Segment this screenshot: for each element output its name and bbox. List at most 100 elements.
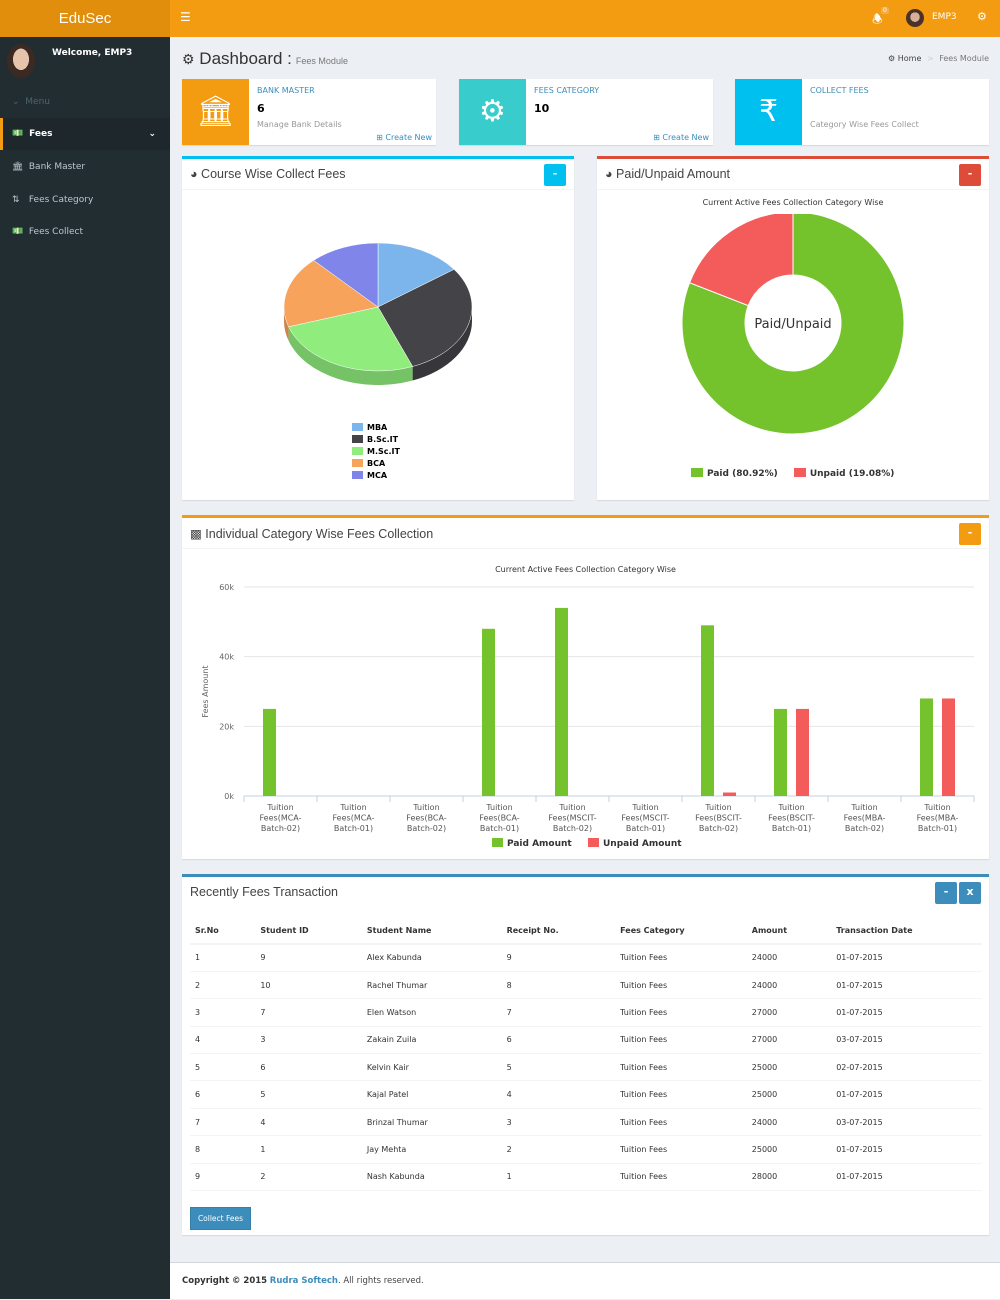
collapse-button[interactable]: - xyxy=(959,164,981,186)
infobox-collect-fees[interactable]: ₹ COLLECT FEES Category Wise Fees Collec… xyxy=(735,79,989,145)
infobox-number: 10 xyxy=(534,102,550,115)
table-cell: Tuition Fees xyxy=(615,971,747,1000)
table-row: 2 10 Rachel Thumar 8 Tuition Fees 24000 01-07-… xyxy=(190,971,982,1000)
legend-item[interactable]: Paid (80.92%) xyxy=(691,468,778,479)
chart-title: Current Active Fees Collection Category … xyxy=(702,198,884,207)
infobox-desc: Category Wise Fees Collect xyxy=(810,120,919,129)
table-cell: Tuition Fees xyxy=(615,1135,747,1164)
hamburger-icon[interactable]: ☰ xyxy=(180,10,191,24)
infobox-title: COLLECT FEES xyxy=(810,86,869,95)
table-cell: 27000 xyxy=(746,998,832,1027)
collapse-button[interactable]: - xyxy=(544,164,566,186)
table-cell: Alex Kabunda xyxy=(361,944,502,972)
user-avatar[interactable] xyxy=(906,9,924,27)
category-bar-chart: 0k20k40k60kFees AmountTuitionFees(MCA-Ba… xyxy=(201,583,975,849)
legend-item[interactable]: Paid Amount xyxy=(492,838,572,849)
bar-unpaid-amount xyxy=(723,792,736,796)
legend-item[interactable]: BCA xyxy=(352,458,400,470)
table-cell: 9 xyxy=(255,944,362,972)
x-tick-label: Tuition xyxy=(631,803,658,812)
app-logo[interactable]: EduSec xyxy=(0,0,170,37)
divider xyxy=(597,189,989,190)
table-cell: 2 xyxy=(501,1135,616,1164)
breadcrumb-separator: > xyxy=(926,54,934,63)
bar-paid-amount xyxy=(920,698,933,796)
individual-category-box: ▩ Individual Category Wise Fees Collecti… xyxy=(182,515,989,859)
legend-label: Unpaid (19.08%) xyxy=(809,469,895,479)
bank-icon: 🏛 xyxy=(182,79,249,145)
create-new-link[interactable]: ⊞ Create New xyxy=(376,133,432,142)
pie-chart-icon: ◕ xyxy=(190,167,198,181)
sidebar-item-bank-master[interactable]: 🏛 Bank Master xyxy=(0,151,170,183)
sidebar-item-fees-collect[interactable]: 💵 Fees Collect xyxy=(0,216,170,248)
legend-item[interactable]: MCA xyxy=(352,470,400,482)
paid-unpaid-box: ◕ Paid/Unpaid Amount - Current Active Fe… xyxy=(597,156,989,500)
legend-label: BCA xyxy=(367,459,386,468)
column-header[interactable]: Fees Category xyxy=(615,917,747,945)
y-tick-label: 40k xyxy=(219,653,234,662)
table-cell: 25000 xyxy=(746,1135,832,1164)
x-tick-label: Batch-02) xyxy=(261,824,300,833)
x-tick-label: Fees(BSCIT- xyxy=(695,814,742,823)
x-tick-label: Fees(MCA- xyxy=(333,814,375,823)
collect-fees-button[interactable]: Collect Fees xyxy=(190,1207,251,1230)
x-tick-label: Fees(MCA- xyxy=(260,814,302,823)
sidebar-item-label: Fees Collect xyxy=(28,227,83,237)
legend-label: MCA xyxy=(367,471,388,480)
box-title: ◕ Course Wise Collect Fees xyxy=(190,167,346,181)
legend-item[interactable]: MBA xyxy=(352,422,400,434)
table-cell: 2 xyxy=(255,1163,362,1192)
infobox-fees-category[interactable]: ⚙ FEES CATEGORY 10 ⊞ Create New xyxy=(459,79,713,145)
legend-label: M.Sc.IT xyxy=(367,447,400,456)
legend-item[interactable]: Unpaid Amount xyxy=(588,838,682,849)
table-header-row: Sr.No Student ID Student Name Receipt No. Fe… xyxy=(190,917,982,945)
close-button[interactable]: x xyxy=(959,882,981,904)
x-tick-label: Tuition xyxy=(558,803,585,812)
column-header[interactable]: Student Name xyxy=(361,917,502,945)
course-wise-box: ◕ Course Wise Collect Fees - MBA B.Sc.IT M… xyxy=(182,156,574,500)
legend-item[interactable]: B.Sc.IT xyxy=(352,434,400,446)
table-cell: 9 xyxy=(190,1163,256,1192)
x-tick-label: Tuition xyxy=(923,803,950,812)
table-cell: 24000 xyxy=(746,971,832,1000)
table-cell: Jay Mehta xyxy=(361,1135,502,1164)
table-row: 7 4 Brinzal Thumar 3 Tuition Fees 24000 03-07-… xyxy=(190,1108,982,1137)
infobox-bank-master[interactable]: 🏛 BANK MASTER 6 Manage Bank Details ⊞ Cr… xyxy=(182,79,436,145)
column-header[interactable]: Student ID xyxy=(255,917,362,945)
bar-unpaid-amount xyxy=(796,708,809,796)
sidebar-item-fees[interactable]: 💵 Fees ⌄ xyxy=(0,118,170,150)
column-header[interactable]: Sr.No xyxy=(190,917,256,945)
user-menu[interactable]: EMP3 xyxy=(932,12,957,22)
money-icon: 💵 xyxy=(12,227,24,237)
create-new-link[interactable]: ⊞ Create New xyxy=(653,133,709,142)
column-header[interactable]: Receipt No. xyxy=(501,917,616,945)
breadcrumb-home[interactable]: Home xyxy=(898,54,922,63)
y-axis-label: Fees Amount xyxy=(201,665,210,717)
menu-header[interactable]: ⌄ Menu xyxy=(12,97,50,107)
donut-center-label: Paid/Unpaid xyxy=(754,317,831,332)
column-header[interactable]: Transaction Date xyxy=(831,917,982,945)
column-header[interactable]: Amount xyxy=(746,917,832,945)
infobox-desc: Manage Bank Details xyxy=(257,120,342,129)
gears-icon[interactable]: ⚙ xyxy=(977,10,987,23)
company-link[interactable]: Rudra Softech xyxy=(270,1276,338,1286)
table-cell: 5 xyxy=(190,1053,256,1082)
table-cell: 03-07-2015 xyxy=(831,1108,982,1137)
sidebar-item-fees-category[interactable]: ⇅ Fees Category xyxy=(0,184,170,216)
legend-label: Paid (80.92%) xyxy=(707,469,778,479)
legend-item[interactable]: M.Sc.IT xyxy=(352,446,400,458)
table-cell: 01-07-2015 xyxy=(831,944,982,972)
table-cell: 4 xyxy=(501,1080,616,1109)
legend-item[interactable]: Unpaid (19.08%) xyxy=(793,468,895,479)
table-cell: 8 xyxy=(501,971,616,1000)
divider xyxy=(182,548,989,549)
legend-swatch xyxy=(588,838,599,847)
box-title-text: Individual Category Wise Fees Collection xyxy=(205,527,434,541)
box-title-text: Course Wise Collect Fees xyxy=(201,167,346,181)
pie-chart-icon: ◕ xyxy=(605,167,613,181)
x-tick-label: Batch-01) xyxy=(918,824,957,833)
table-cell: 01-07-2015 xyxy=(831,1163,982,1192)
collapse-button[interactable]: - xyxy=(935,882,957,904)
bank-icon: 🏛 xyxy=(12,162,24,172)
collapse-button[interactable]: - xyxy=(959,523,981,545)
